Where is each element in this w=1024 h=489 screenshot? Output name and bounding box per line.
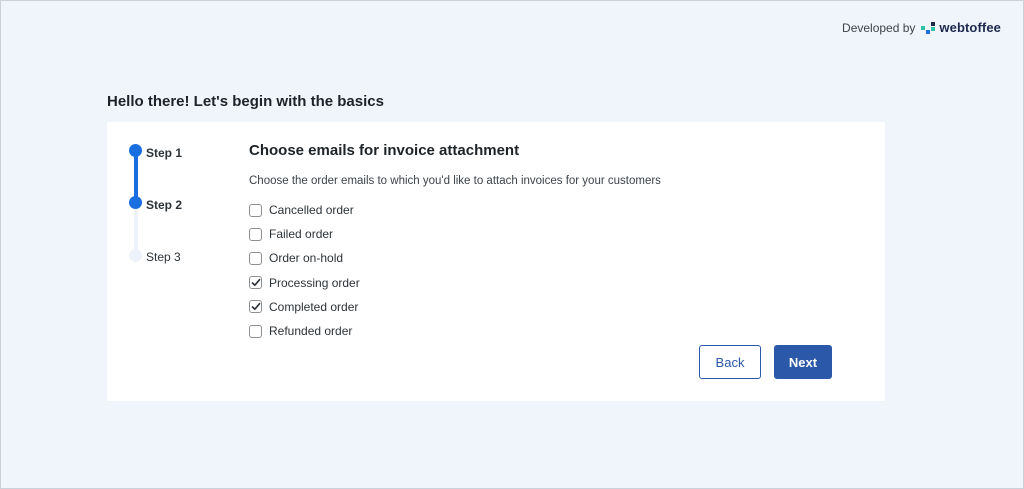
email-option[interactable]: Order on-hold	[249, 246, 661, 270]
checkbox[interactable]	[249, 203, 262, 217]
section-description: Choose the order emails to which you'd l…	[249, 175, 661, 187]
email-option-label: Cancelled order	[269, 203, 354, 218]
email-option[interactable]: Failed order	[249, 222, 661, 246]
page-title: Hello there! Let's begin with the basics	[107, 93, 384, 110]
setup-wizard-card: Step 1 Step 2 Step 3 Choose emails for i…	[107, 122, 885, 401]
email-option-label: Processing order	[269, 275, 360, 290]
webtoffee-logo: webtoffee	[921, 20, 1001, 35]
step-progress: Step 1 Step 2 Step 3	[107, 122, 237, 401]
email-option-label: Order on-hold	[269, 251, 344, 266]
checkbox[interactable]	[249, 251, 262, 265]
email-option-label: Refunded order	[269, 324, 353, 339]
next-button[interactable]: Next	[774, 345, 832, 379]
step-connector-2-3	[134, 202, 138, 256]
developed-by-text: Developed by	[842, 20, 916, 35]
checkbox[interactable]	[249, 324, 262, 338]
step-2-indicator	[129, 196, 142, 209]
email-option[interactable]: Refunded order	[249, 319, 661, 343]
email-options-list: Cancelled order Failed order Order on-hold…	[249, 198, 661, 343]
developer-credit: Developed by webtoffee	[842, 20, 1001, 35]
checkbox[interactable]	[249, 227, 262, 241]
checkbox[interactable]	[249, 300, 262, 314]
email-option[interactable]: Processing order	[249, 271, 661, 295]
step-connector-1-2	[134, 150, 138, 202]
email-option[interactable]: Completed order	[249, 295, 661, 319]
step-3-indicator	[129, 249, 142, 262]
checkbox[interactable]	[249, 276, 262, 290]
email-option-label: Completed order	[269, 299, 359, 314]
email-option[interactable]: Cancelled order	[249, 198, 661, 222]
section-title: Choose emails for invoice attachment	[249, 142, 520, 159]
step-2-label: Step 2	[146, 198, 183, 212]
back-button[interactable]: Back	[699, 345, 761, 379]
step-3-label: Step 3	[146, 250, 181, 264]
step-1-indicator	[129, 144, 142, 157]
webtoffee-logo-icon	[921, 21, 936, 34]
brand-name: webtoffee	[939, 20, 1001, 35]
email-option-label: Failed order	[269, 227, 334, 242]
step-content: Choose emails for invoice attachment Cho…	[249, 142, 661, 343]
step-1-label: Step 1	[146, 146, 183, 160]
